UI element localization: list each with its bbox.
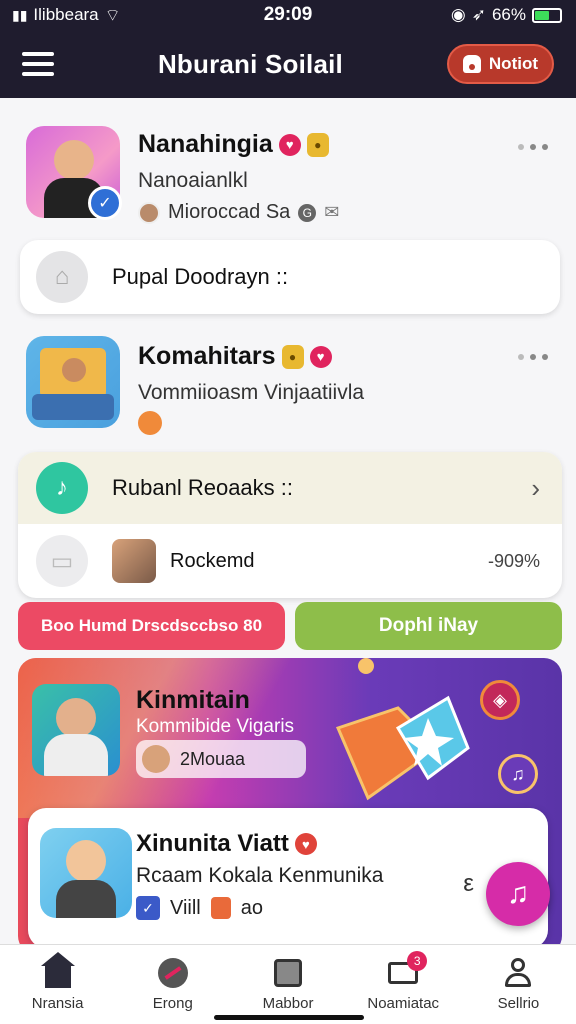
featured-meta: Viill [170, 896, 201, 919]
featured-side-mark: ε [463, 870, 474, 897]
menu-icon[interactable] [22, 52, 54, 76]
game-badge-icon[interactable]: ♫ [498, 754, 538, 794]
feed[interactable]: ✓ Nanahingia ♥ ● Nanoaianlkl Mioroccad S… [0, 98, 576, 944]
nav-item-explore[interactable]: Erong [115, 945, 230, 1024]
tag-icon [210, 897, 231, 919]
list-item[interactable]: Komahitars ● ♥ Vommiioasm Vinjaatiivla [0, 336, 576, 435]
more-options-icon[interactable] [518, 354, 548, 360]
list-item[interactable]: ✓ Nanahingia ♥ ● Nanoaianlkl Mioroccad S… [0, 126, 576, 224]
mail-icon: ✉ [324, 202, 340, 222]
music-note-icon: ♪ [36, 462, 88, 514]
music-fab-button[interactable]: ♫ [486, 862, 550, 926]
verified-icon: ✓ [88, 186, 122, 220]
top-bar: ▮▮ Ilibbeara ⌔ 29:09 ◉ ➶ 66% Nburani Soi… [0, 0, 576, 98]
button-row: Boo Humd Drscdsccbso 80 Dophl iNay [18, 602, 562, 650]
lock-icon: ● [281, 344, 304, 369]
nav-label: Mabbor [262, 995, 314, 1012]
status-time: 29:09 [263, 4, 313, 25]
mail-icon: 3 [387, 951, 428, 989]
lock-icon: ● [306, 132, 329, 157]
featured-title: Xinunita Viatt [136, 830, 289, 857]
right-action-button[interactable]: Dophl iNay [295, 602, 562, 650]
notification-button-label: Notiot [488, 54, 538, 73]
home-icon [40, 952, 75, 989]
playlist-header[interactable]: ♪ Rubanl Reoaaks :: › [18, 452, 562, 524]
item-thumbnail [26, 336, 120, 428]
heart-icon: ♥ [278, 133, 301, 156]
music-note-icon: ♫ [506, 877, 530, 910]
info-icon: G [298, 203, 317, 222]
avatar [142, 745, 170, 773]
banner-chip-label: 2Mouaa [180, 748, 246, 769]
bottom-nav: Nransia Erong Mabbor 3 Noamiatac Sellrio [0, 944, 576, 1024]
playlist-row-value: -909% [487, 550, 540, 571]
featured-subtitle: Rcaam Kokala Kenmunika [136, 864, 384, 887]
avatar [138, 201, 160, 224]
playlist-row[interactable]: ▭ Rockemd -909% [18, 524, 562, 598]
banner-thumbnail [32, 684, 120, 776]
item-title: Nanahingia [138, 130, 273, 158]
action-card-label: Pupal Doodrayn :: [112, 264, 289, 289]
heart-icon: ♥ [309, 345, 332, 368]
item-subtitle: Vommiioasm Vinjaatiivla [138, 381, 365, 404]
item-title: Komahitars [138, 342, 276, 370]
item-meta: Mioroccad Sa [168, 201, 291, 223]
banner-chip[interactable]: 2Mouaa [136, 740, 306, 778]
item-subtitle: Nanoaianlkl [138, 169, 248, 192]
nav-item-profile[interactable]: Sellrio [461, 945, 576, 1024]
emoji-icon [138, 411, 162, 435]
playlist-row-label: Rockemd [170, 549, 255, 572]
more-options-icon[interactable] [518, 144, 548, 150]
nav-item-box[interactable]: Mabbor [230, 945, 345, 1024]
document-icon: ▭ [36, 535, 88, 587]
box-icon [272, 957, 304, 989]
playlist-title: Rubanl Reoaaks :: [112, 475, 293, 500]
notification-button[interactable]: Notiot [446, 44, 554, 84]
page-title: Nburani Soilail [157, 48, 343, 79]
game-badge-icon[interactable]: ◈ [480, 680, 520, 720]
banner-subtitle: Kommibide Vigaris [136, 716, 295, 737]
nav-label: Sellrio [497, 995, 540, 1012]
chevron-right-icon[interactable]: › [531, 473, 540, 504]
app-header: Nburani Soilail Notiot [0, 30, 576, 98]
featured-card[interactable]: Xinunita Viatt ♥ Rcaam Kokala Kenmunika … [28, 808, 548, 944]
nav-label: Erong [152, 995, 193, 1012]
bell-icon [462, 55, 481, 73]
home-indicator [214, 1015, 364, 1020]
status-bar: ▮▮ Ilibbeara ⌔ 29:09 ◉ ➶ 66% [0, 0, 576, 30]
compass-icon [157, 957, 189, 989]
action-card[interactable]: ⌂ Pupal Doodrayn :: [20, 240, 560, 314]
nav-item-inbox[interactable]: 3 Noamiatac [346, 945, 461, 1024]
heart-icon: ♥ [294, 833, 317, 855]
nav-label: Noamiatac [367, 995, 440, 1012]
playlist-card[interactable]: ♪ Rubanl Reoaaks :: › ▭ Rockemd -909% [18, 452, 562, 598]
check-icon: ✓ [136, 896, 160, 920]
nav-label: Nransia [31, 995, 84, 1012]
avatar [112, 539, 156, 583]
notification-badge: 3 [407, 951, 428, 971]
left-action-button[interactable]: Boo Humd Drscdsccbso 80 [18, 602, 285, 650]
nav-item-home[interactable]: Nransia [0, 945, 115, 1024]
profile-icon [502, 957, 534, 989]
battery-icon [532, 7, 562, 23]
featured-meta-extra: ao [240, 896, 264, 919]
tag-icon: ⌂ [36, 251, 88, 303]
banner-title: Kinmitain [136, 686, 250, 714]
featured-thumbnail [40, 828, 132, 918]
kite-illustration [335, 695, 470, 801]
